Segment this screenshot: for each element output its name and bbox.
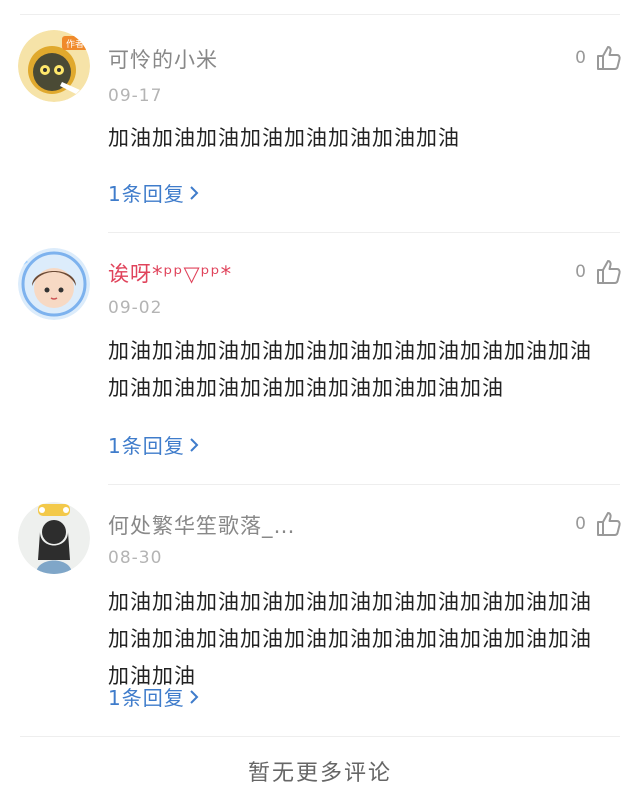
like-button[interactable]: 0 bbox=[575, 510, 622, 538]
comment-author[interactable]: 诶呀*ᵖᵖ▽ᵖᵖ* bbox=[108, 258, 232, 288]
comment-author[interactable]: 可怜的小米 bbox=[108, 44, 218, 74]
reply-count-label: 1条回复 bbox=[108, 182, 185, 206]
like-button[interactable]: 0 bbox=[575, 258, 622, 286]
reply-count-label: 1条回复 bbox=[108, 434, 185, 458]
anime-girl-avatar-icon[interactable] bbox=[18, 248, 90, 320]
like-count: 0 bbox=[575, 262, 586, 282]
comment-content: 加油加油加油加油加油加油加油加油加油加油加油加油加油加油加油加油加油加油加油加油 bbox=[108, 339, 592, 400]
comment-date: 09-02 bbox=[108, 298, 163, 318]
comment-divider bbox=[20, 736, 620, 737]
chevron-right-icon bbox=[190, 437, 199, 452]
no-more-comments-label: 暂无更多评论 bbox=[247, 761, 392, 786]
thumbs-up-icon[interactable] bbox=[594, 44, 622, 72]
like-count: 0 bbox=[575, 48, 586, 68]
view-replies-link[interactable]: 1条回复 bbox=[108, 178, 199, 207]
chevron-right-icon bbox=[190, 185, 199, 200]
chevron-right-icon bbox=[190, 689, 199, 704]
view-replies-link[interactable]: 1条回复 bbox=[108, 682, 199, 711]
comment-content: 加油加油加油加油加油加油加油加油 bbox=[108, 126, 460, 150]
comment-divider bbox=[108, 484, 620, 485]
anime-avatar-author-icon[interactable]: 作者 bbox=[18, 30, 90, 102]
comment-date: 08-30 bbox=[108, 548, 163, 568]
comment-divider bbox=[108, 232, 620, 233]
thumbs-up-icon[interactable] bbox=[594, 258, 622, 286]
comment-content: 加油加油加油加油加油加油加油加油加油加油加油加油加油加油加油加油加油加油加油加油… bbox=[108, 590, 592, 688]
top-divider bbox=[20, 14, 620, 15]
like-button[interactable]: 0 bbox=[575, 44, 622, 72]
like-count: 0 bbox=[575, 514, 586, 534]
view-replies-link[interactable]: 1条回复 bbox=[108, 430, 199, 459]
thumbs-up-icon[interactable] bbox=[594, 510, 622, 538]
girl-photo-avatar-icon[interactable] bbox=[18, 502, 90, 574]
reply-count-label: 1条回复 bbox=[108, 686, 185, 710]
author-badge: 作者 bbox=[66, 38, 84, 50]
comment-date: 09-17 bbox=[108, 86, 163, 106]
comment-author[interactable]: 何处繁华笙歌落_… bbox=[108, 510, 296, 540]
